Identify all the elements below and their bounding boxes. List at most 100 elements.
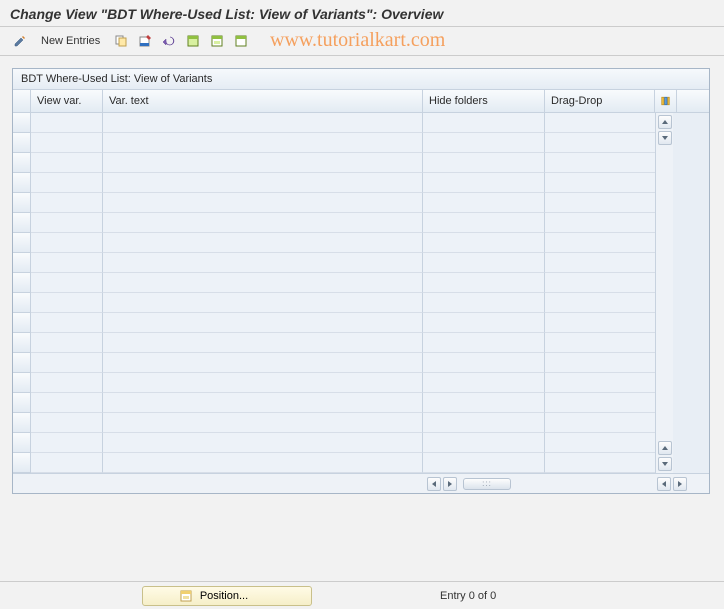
cell-hide-folders[interactable] (423, 453, 545, 473)
cell-hide-folders[interactable] (423, 113, 545, 133)
table-row[interactable] (13, 333, 655, 353)
cell-var-text[interactable] (103, 253, 423, 273)
table-row[interactable] (13, 213, 655, 233)
cell-var-text[interactable] (103, 333, 423, 353)
vertical-scrollbar[interactable] (655, 113, 673, 473)
select-all-button[interactable] (183, 31, 203, 51)
row-select-handle[interactable] (13, 333, 31, 353)
cell-var-text[interactable] (103, 313, 423, 333)
column-header-select-all[interactable] (13, 90, 31, 112)
cell-view-var[interactable] (31, 313, 103, 333)
row-select-handle[interactable] (13, 133, 31, 153)
scroll-down-button[interactable] (658, 131, 672, 145)
cell-var-text[interactable] (103, 373, 423, 393)
column-header-view-var[interactable]: View var. (31, 90, 103, 112)
cell-view-var[interactable] (31, 193, 103, 213)
scroll-left-button[interactable] (427, 477, 441, 491)
row-select-handle[interactable] (13, 373, 31, 393)
cell-drag-drop[interactable] (545, 313, 655, 333)
cell-drag-drop[interactable] (545, 193, 655, 213)
table-row[interactable] (13, 413, 655, 433)
cell-hide-folders[interactable] (423, 293, 545, 313)
cell-view-var[interactable] (31, 333, 103, 353)
deselect-all-button[interactable] (231, 31, 251, 51)
scroll-right-button-2[interactable] (673, 477, 687, 491)
column-header-hide-folders[interactable]: Hide folders (423, 90, 545, 112)
table-row[interactable] (13, 173, 655, 193)
cell-drag-drop[interactable] (545, 273, 655, 293)
row-select-handle[interactable] (13, 253, 31, 273)
table-row[interactable] (13, 193, 655, 213)
cell-view-var[interactable] (31, 133, 103, 153)
row-select-handle[interactable] (13, 313, 31, 333)
cell-hide-folders[interactable] (423, 173, 545, 193)
cell-var-text[interactable] (103, 393, 423, 413)
cell-drag-drop[interactable] (545, 393, 655, 413)
cell-drag-drop[interactable] (545, 173, 655, 193)
cell-view-var[interactable] (31, 393, 103, 413)
table-row[interactable] (13, 373, 655, 393)
cell-var-text[interactable] (103, 193, 423, 213)
table-row[interactable] (13, 113, 655, 133)
cell-drag-drop[interactable] (545, 293, 655, 313)
table-row[interactable] (13, 393, 655, 413)
cell-view-var[interactable] (31, 213, 103, 233)
cell-drag-drop[interactable] (545, 433, 655, 453)
cell-drag-drop[interactable] (545, 453, 655, 473)
cell-view-var[interactable] (31, 233, 103, 253)
cell-view-var[interactable] (31, 293, 103, 313)
cell-view-var[interactable] (31, 413, 103, 433)
cell-view-var[interactable] (31, 353, 103, 373)
cell-drag-drop[interactable] (545, 253, 655, 273)
cell-view-var[interactable] (31, 153, 103, 173)
table-row[interactable] (13, 293, 655, 313)
scroll-up-button-bottom[interactable] (658, 441, 672, 455)
cell-var-text[interactable] (103, 113, 423, 133)
cell-drag-drop[interactable] (545, 113, 655, 133)
table-row[interactable] (13, 453, 655, 473)
cell-hide-folders[interactable] (423, 413, 545, 433)
table-row[interactable] (13, 273, 655, 293)
cell-var-text[interactable] (103, 233, 423, 253)
cell-var-text[interactable] (103, 453, 423, 473)
cell-view-var[interactable] (31, 173, 103, 193)
row-select-handle[interactable] (13, 293, 31, 313)
cell-hide-folders[interactable] (423, 233, 545, 253)
cell-var-text[interactable] (103, 173, 423, 193)
cell-var-text[interactable] (103, 273, 423, 293)
column-header-drag-drop[interactable]: Drag-Drop (545, 90, 655, 112)
cell-hide-folders[interactable] (423, 213, 545, 233)
table-row[interactable] (13, 133, 655, 153)
cell-var-text[interactable] (103, 353, 423, 373)
cell-view-var[interactable] (31, 453, 103, 473)
row-select-handle[interactable] (13, 113, 31, 133)
row-select-handle[interactable] (13, 453, 31, 473)
cell-var-text[interactable] (103, 133, 423, 153)
cell-view-var[interactable] (31, 373, 103, 393)
position-button[interactable]: Position... (142, 586, 312, 606)
cell-view-var[interactable] (31, 253, 103, 273)
cell-hide-folders[interactable] (423, 433, 545, 453)
cell-hide-folders[interactable] (423, 333, 545, 353)
cell-view-var[interactable] (31, 433, 103, 453)
undo-change-button[interactable] (159, 31, 179, 51)
delete-button[interactable] (135, 31, 155, 51)
row-select-handle[interactable] (13, 213, 31, 233)
copy-as-button[interactable] (111, 31, 131, 51)
table-row[interactable] (13, 233, 655, 253)
cell-hide-folders[interactable] (423, 153, 545, 173)
column-header-var-text[interactable]: Var. text (103, 90, 423, 112)
hscroll-thumb[interactable]: ::: (463, 478, 511, 490)
cell-drag-drop[interactable] (545, 413, 655, 433)
cell-hide-folders[interactable] (423, 313, 545, 333)
scroll-down-button-bottom[interactable] (658, 457, 672, 471)
row-select-handle[interactable] (13, 233, 31, 253)
cell-var-text[interactable] (103, 413, 423, 433)
table-row[interactable] (13, 253, 655, 273)
cell-drag-drop[interactable] (545, 233, 655, 253)
table-row[interactable] (13, 313, 655, 333)
cell-drag-drop[interactable] (545, 153, 655, 173)
cell-drag-drop[interactable] (545, 213, 655, 233)
cell-view-var[interactable] (31, 273, 103, 293)
row-select-handle[interactable] (13, 433, 31, 453)
